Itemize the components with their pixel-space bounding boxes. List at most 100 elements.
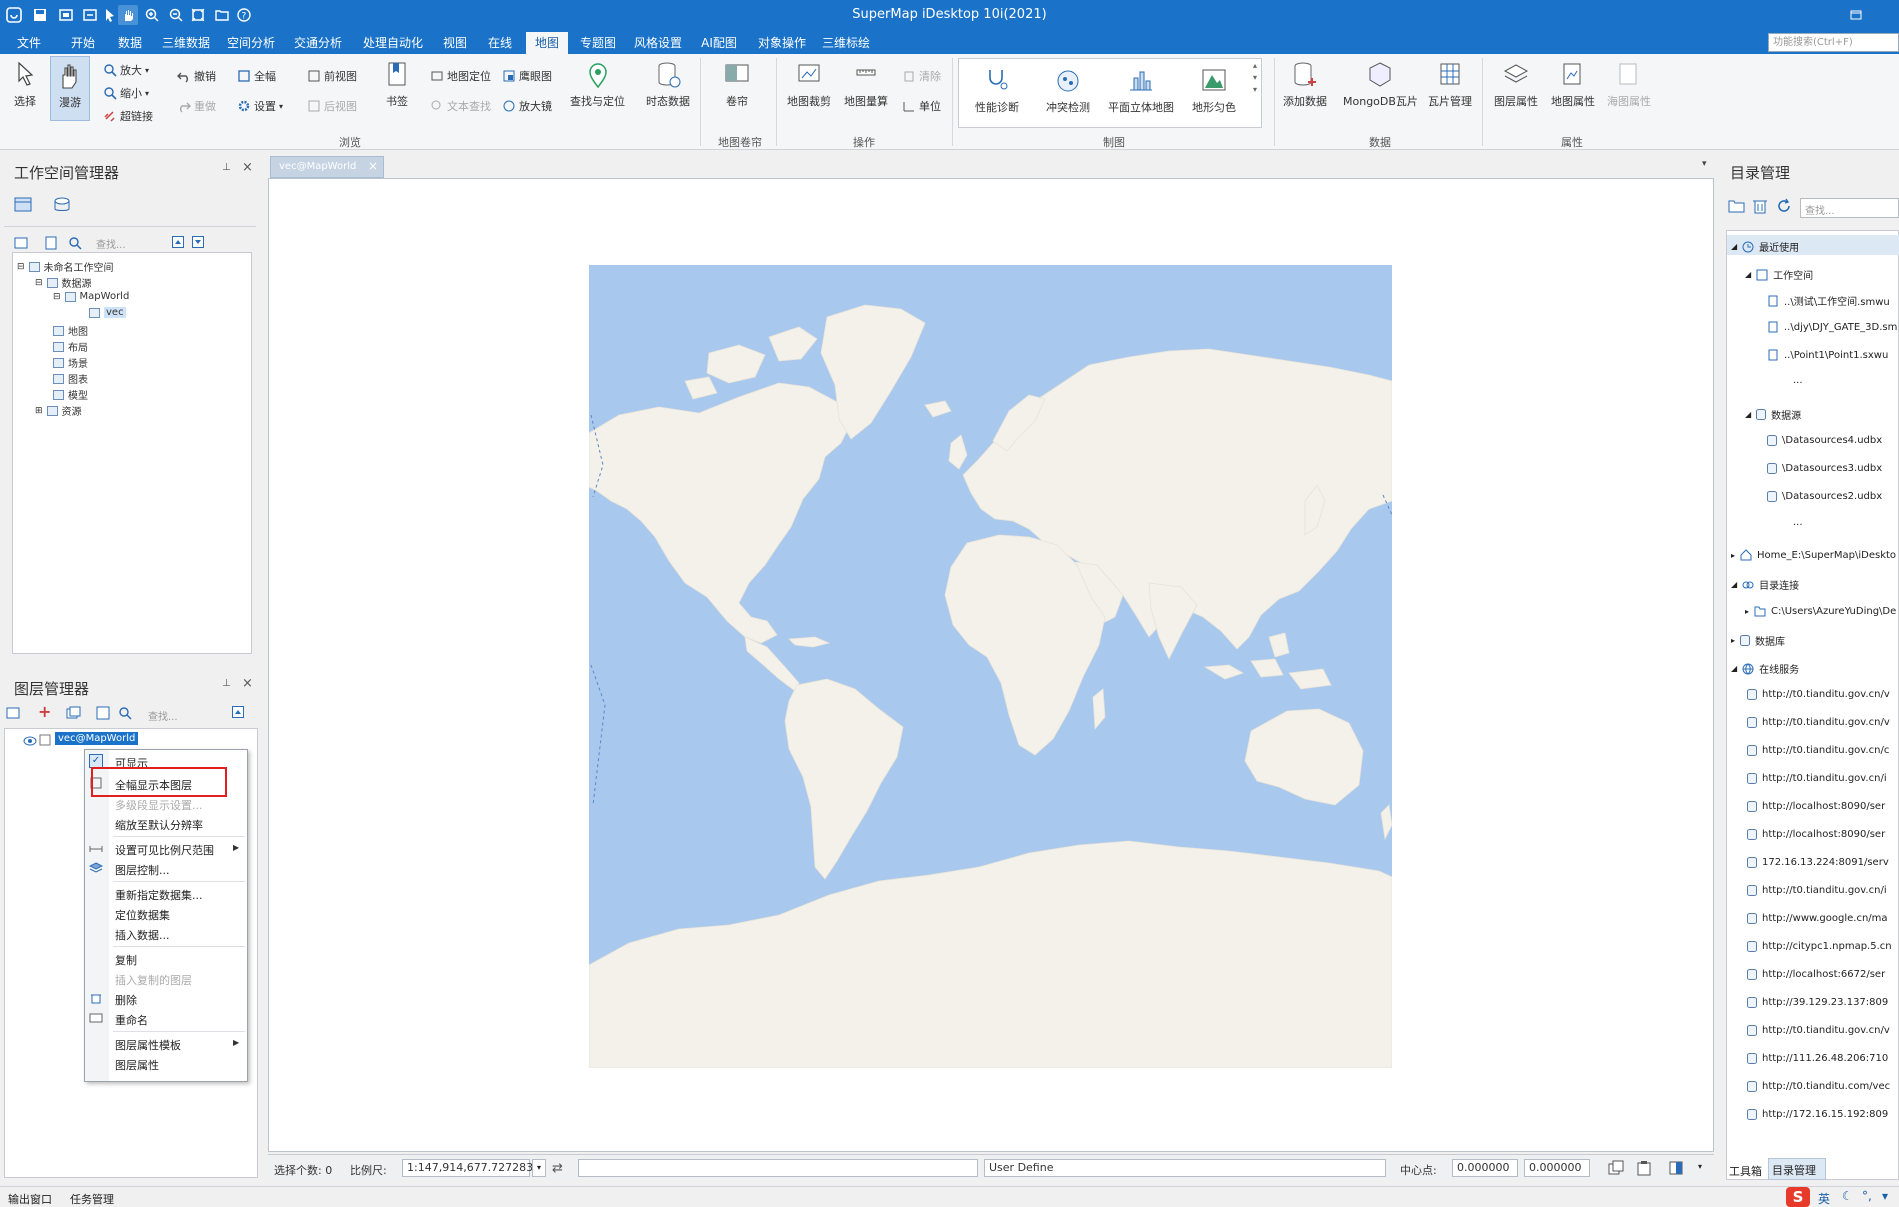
map-locate-button[interactable]: 地图定位 bbox=[430, 68, 491, 84]
tree-item-recent[interactable]: ◢ 最近使用 bbox=[1731, 239, 1799, 254]
online-service-item[interactable]: http://localhost:8090/ser bbox=[1747, 829, 1885, 840]
online-service-item[interactable]: http://t0.tianditu.gov.cn/i bbox=[1747, 773, 1887, 784]
conflict-check-button[interactable]: 冲突检测 bbox=[1046, 66, 1090, 115]
tree-item-datasource-group[interactable]: ◢ 数据源 bbox=[1745, 407, 1801, 422]
tab-toolbox[interactable]: 工具箱 bbox=[1726, 1160, 1766, 1180]
open-icon[interactable] bbox=[14, 236, 32, 253]
tab-map-document[interactable]: vec@MapWorld × bbox=[270, 156, 384, 178]
menu-item-property-template[interactable]: 图层属性模板 bbox=[115, 1037, 181, 1053]
function-search-input[interactable]: 功能搜索(Ctrl+F) bbox=[1768, 33, 1899, 52]
tree-item-mapworld[interactable]: ⊟ MapWorld bbox=[53, 291, 129, 302]
online-service-item[interactable]: http://t0.tianditu.gov.cn/i bbox=[1747, 885, 1887, 896]
zoom-out-button[interactable]: 缩小 ▾ bbox=[103, 85, 149, 101]
tab-catalog-management[interactable]: 目录管理 bbox=[1768, 1158, 1826, 1180]
recent-workspace-item[interactable]: ..\Point1\Point1.sxwu bbox=[1767, 349, 1888, 361]
tile-manager-button[interactable]: 瓦片管理 bbox=[1428, 60, 1472, 109]
online-service-item[interactable]: http://t0.tianditu.gov.cn/v bbox=[1747, 689, 1890, 700]
pin-icon[interactable]: ⊥ bbox=[222, 162, 231, 173]
tree-item-charts[interactable]: 图表 bbox=[53, 371, 88, 386]
tab-automation[interactable]: 处理自动化 bbox=[360, 32, 426, 54]
more-workspaces[interactable]: ... bbox=[1793, 375, 1803, 386]
copy-layer-icon[interactable] bbox=[66, 706, 82, 723]
recent-workspace-item[interactable]: ..\djy\DJY_GATE_3D.sm bbox=[1767, 321, 1897, 333]
map-window[interactable] bbox=[268, 178, 1714, 1152]
next-view-button[interactable]: 后视图 bbox=[307, 98, 357, 114]
resource-tab-icon[interactable] bbox=[52, 196, 72, 217]
menu-item-visible-scale-range[interactable]: 设置可见比例尺范围 bbox=[115, 842, 214, 858]
text-search-button[interactable]: 文本查找 bbox=[430, 98, 491, 114]
online-service-item[interactable]: http://t0.tianditu.com/vec bbox=[1747, 1081, 1890, 1092]
tree-item-maps[interactable]: 地图 bbox=[53, 323, 88, 338]
restore-window-icon[interactable] bbox=[1846, 5, 1866, 25]
tab-ai-mapping[interactable]: AI配图 bbox=[696, 32, 742, 54]
full-extent-button[interactable]: 全幅 bbox=[237, 68, 276, 84]
planar3d-map-button[interactable]: 平面立体地图 bbox=[1108, 66, 1174, 115]
mongodb-tiles-button[interactable]: MongoDB瓦片 bbox=[1343, 60, 1418, 109]
menu-item-copy[interactable]: 复制 bbox=[115, 952, 137, 968]
tab-object-ops[interactable]: 对象操作 bbox=[756, 32, 808, 54]
magnifier-button[interactable]: 放大镜 bbox=[502, 98, 552, 114]
tree-item-resources[interactable]: ⊞ 资源 bbox=[35, 403, 82, 418]
map-measure-button[interactable]: 地图量算 bbox=[844, 60, 888, 109]
ime-language[interactable]: 英 bbox=[1818, 1190, 1830, 1207]
hyperlink-button[interactable]: 超链接 bbox=[103, 108, 153, 124]
map-settings-icon[interactable] bbox=[1668, 1160, 1684, 1179]
eye-icon[interactable] bbox=[23, 735, 37, 749]
menu-item-reassign-dataset[interactable]: 重新指定数据集... bbox=[115, 887, 203, 903]
perf-diagnose-button[interactable]: 性能诊断 bbox=[975, 66, 1019, 115]
find-locate-button[interactable]: 查找与定位 bbox=[570, 60, 625, 109]
tree-item-dir-connection[interactable]: ◢ 目录连接 bbox=[1731, 577, 1799, 592]
scale-dropdown-icon[interactable]: ▾ bbox=[532, 1159, 546, 1177]
tab-3d-plotting[interactable]: 三维标绘 bbox=[820, 32, 872, 54]
menu-item-layer-properties[interactable]: 图层属性 bbox=[115, 1057, 159, 1073]
tab-map[interactable]: 地图 bbox=[526, 32, 568, 54]
tree-item-online-services[interactable]: ◢ 在线服务 bbox=[1731, 661, 1799, 676]
select-button[interactable]: 选择 bbox=[10, 60, 40, 109]
menu-item-insert-data[interactable]: 插入数据... bbox=[115, 927, 170, 943]
layer-style-icon[interactable] bbox=[6, 706, 22, 723]
prev-view-button[interactable]: 前视图 bbox=[307, 68, 357, 84]
online-service-item[interactable]: http://t0.tianditu.gov.cn/c bbox=[1747, 745, 1889, 756]
moon-icon[interactable]: ☾ bbox=[1842, 1189, 1853, 1203]
new-icon[interactable] bbox=[44, 236, 58, 253]
move-down-icon[interactable] bbox=[192, 236, 204, 251]
ime-menu-icon[interactable]: ▾ bbox=[1882, 1189, 1888, 1203]
status-dropdown-icon[interactable]: ▾ bbox=[1698, 1162, 1702, 1171]
menu-item-zoom-default-resolution[interactable]: 缩放至默认分辨率 bbox=[115, 817, 203, 833]
menu-item-multilevel-display[interactable]: 多级段显示设置... bbox=[115, 797, 203, 813]
menu-item-layer-control[interactable]: 图层控制... bbox=[115, 862, 170, 878]
swipe-button[interactable]: 卷帘 bbox=[722, 60, 752, 109]
menu-item-rename[interactable]: 重命名 bbox=[115, 1012, 148, 1028]
settings-button[interactable]: 设置 ▾ bbox=[237, 98, 283, 114]
save-layer-icon[interactable] bbox=[96, 706, 110, 723]
copy-icon[interactable] bbox=[1608, 1160, 1624, 1179]
tab-style[interactable]: 风格设置 bbox=[632, 32, 684, 54]
recent-datasource-item[interactable]: \Datasources4.udbx bbox=[1767, 435, 1882, 446]
close-icon[interactable]: × bbox=[368, 159, 378, 173]
tab-thematic[interactable]: 专题图 bbox=[578, 32, 618, 54]
catalog-search-input[interactable]: 查找... bbox=[1800, 198, 1899, 218]
terrain-color-button[interactable]: 地形匀色 bbox=[1192, 66, 1236, 115]
temporal-data-button[interactable]: 时态数据 bbox=[646, 60, 690, 109]
refresh-icon[interactable] bbox=[1776, 198, 1792, 217]
online-service-item[interactable]: http://citypc1.npmap.5.cn bbox=[1747, 941, 1892, 952]
online-service-item[interactable]: http://111.26.48.206:710 bbox=[1747, 1053, 1888, 1064]
tree-item-home[interactable]: ▸ Home_E:\SuperMap\iDeskto bbox=[1731, 549, 1896, 561]
recent-workspace-item[interactable]: ..\测试\工作空间.smwu bbox=[1767, 293, 1890, 308]
chart-properties-button[interactable]: 海图属性 bbox=[1607, 60, 1651, 109]
world-map[interactable] bbox=[589, 265, 1392, 1068]
more-datasources[interactable]: ... bbox=[1793, 517, 1803, 528]
tree-item-datasources[interactable]: ⊟ 数据源 bbox=[35, 275, 92, 290]
layer-search-input[interactable]: 查找... bbox=[148, 708, 178, 723]
map-properties-button[interactable]: 地图属性 bbox=[1551, 60, 1595, 109]
tree-item-database[interactable]: ▸ 数据库 bbox=[1731, 633, 1785, 648]
search-icon[interactable] bbox=[68, 236, 82, 253]
online-service-item[interactable]: http://localhost:8090/ser bbox=[1747, 801, 1885, 812]
pan-button[interactable]: 漫游 bbox=[50, 56, 90, 121]
tree-item-workspace-group[interactable]: ◢ 工作空间 bbox=[1745, 267, 1813, 282]
bookmark-button[interactable]: 书签 bbox=[382, 60, 412, 109]
center-x-input[interactable]: 0.000000 bbox=[1452, 1159, 1518, 1177]
online-service-item[interactable]: http://www.google.cn/ma bbox=[1747, 913, 1888, 924]
delete-icon[interactable] bbox=[1752, 198, 1768, 217]
online-service-item[interactable]: http://t0.tianditu.gov.cn/v bbox=[1747, 717, 1890, 728]
